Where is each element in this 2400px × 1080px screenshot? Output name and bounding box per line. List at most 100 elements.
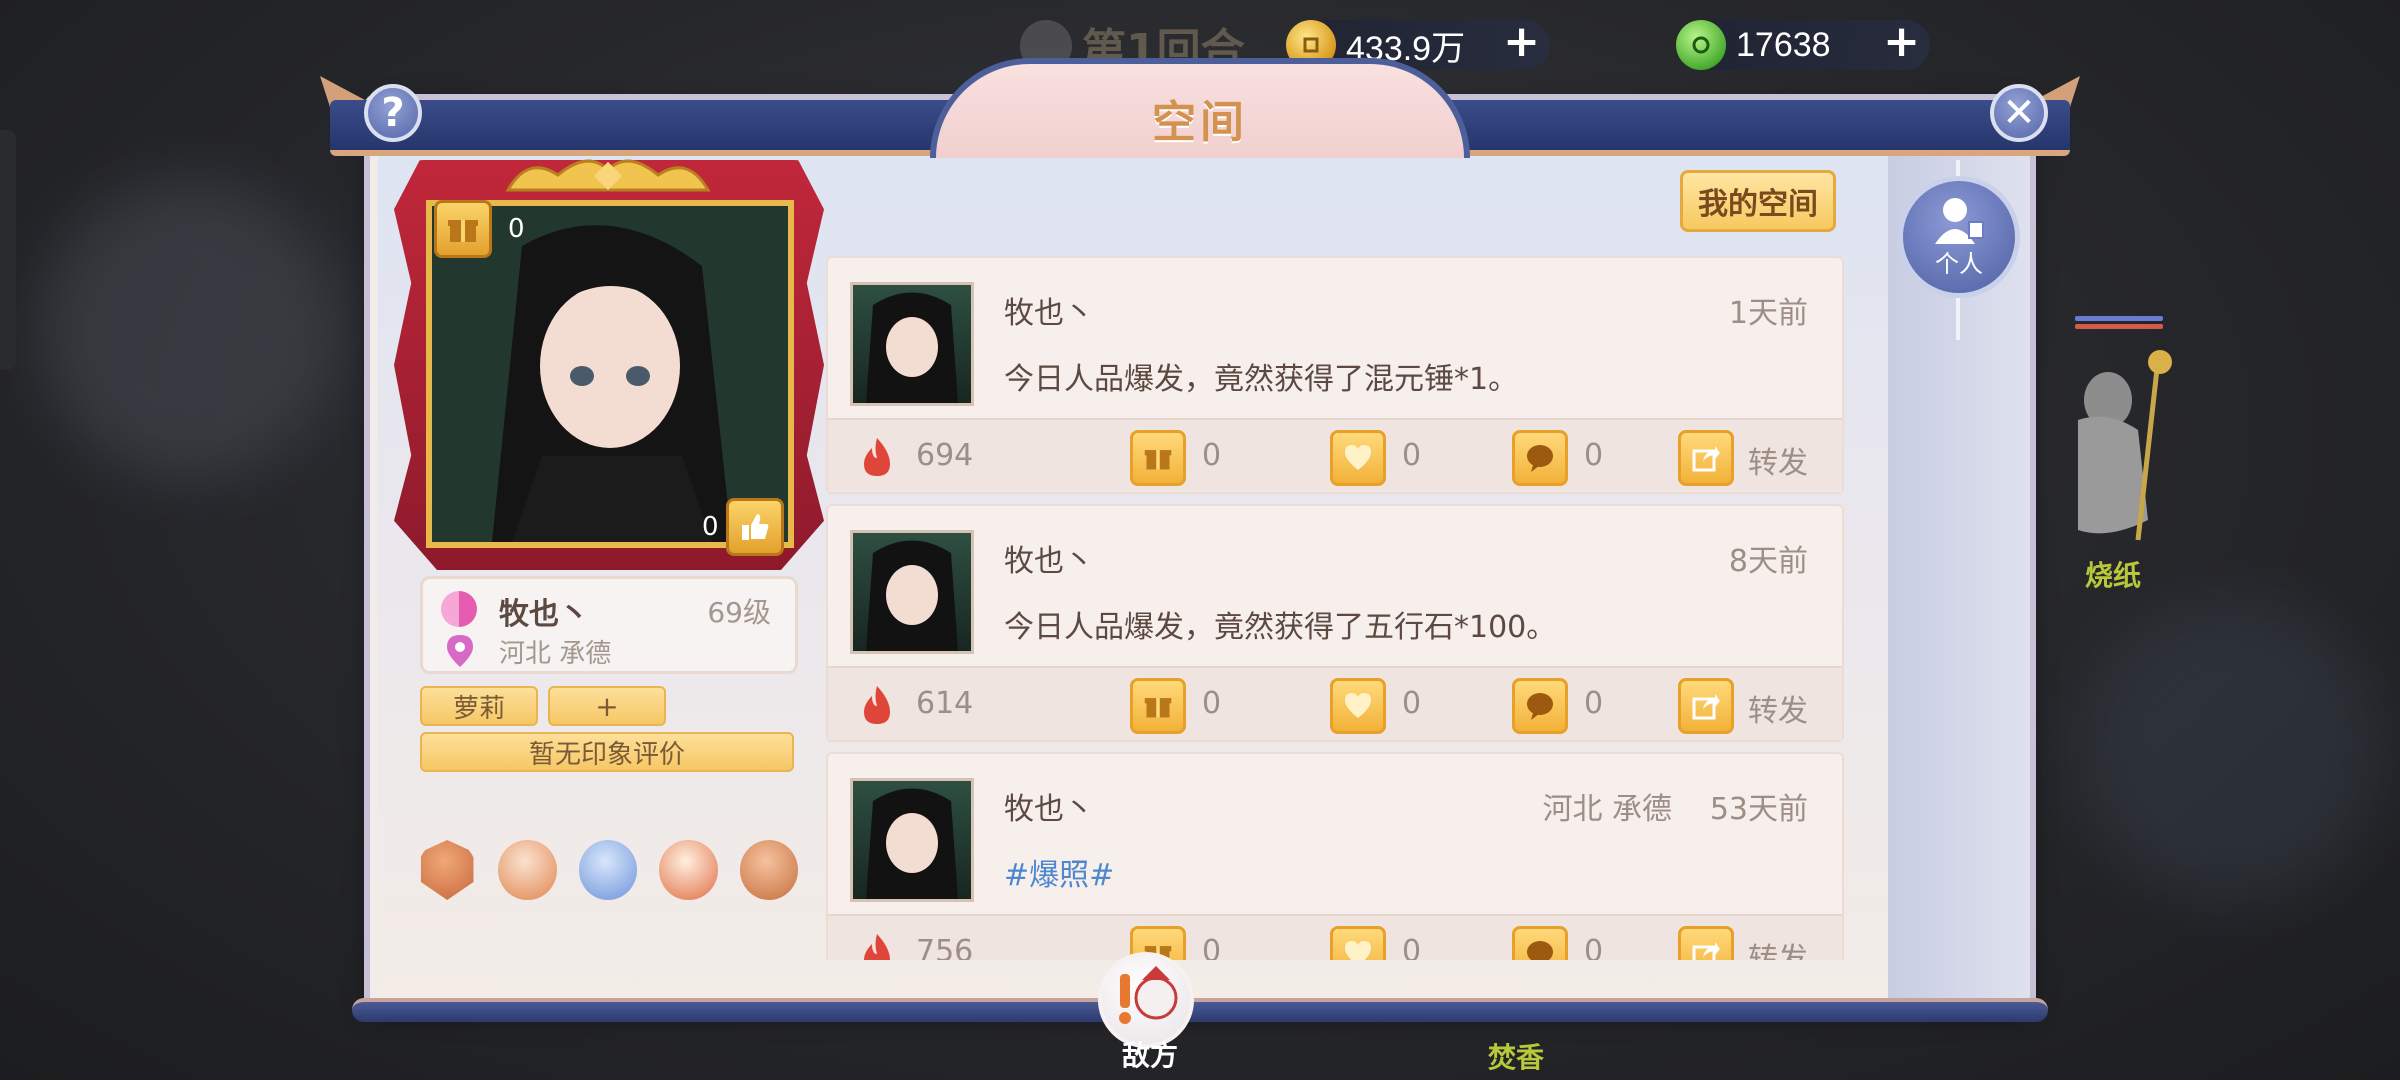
post-like-button[interactable] [1330,678,1386,734]
post-card: 牧也丶 1天前 今日人品爆发，竟然获得了混元锤*1。 694 0 0 0 转发 [826,256,1844,494]
post-footer: 694 0 0 0 转发 [828,418,1842,492]
enemy-warning-label: 敌方 [1122,1039,1179,1072]
impression-review[interactable]: 暂无印象评价 [420,732,794,772]
fire-icon [864,686,890,724]
heart-icon [1345,941,1371,960]
help-button[interactable]: ? [364,84,422,142]
post-hashtag[interactable]: #爆照# [1004,850,1114,894]
like-button[interactable] [726,498,784,556]
fox-mask-orange-icon[interactable] [498,840,557,900]
comment-bubble-icon [1527,941,1553,960]
post-share-label[interactable]: 转发 [1748,934,1808,960]
share-icon [1692,942,1720,960]
player-info-card: 牧也丶 69级 河北 承德 [420,576,798,674]
panel-bottom-bar [352,998,2048,1022]
post-time: 1天前 [1728,296,1808,331]
close-button[interactable]: ✕ [1990,84,2048,142]
fire-icon [864,438,890,476]
post-gift-count: 0 [1202,438,1222,473]
thumbs-up-icon [742,514,769,540]
avatar-character-icon [866,540,958,651]
share-icon [1692,694,1720,720]
my-space-button[interactable]: 我的空间 [1680,170,1836,232]
player-level: 69级 [707,596,771,629]
add-tag-button[interactable]: + [548,686,666,726]
impression-tag[interactable]: 萝莉 [420,686,538,726]
fox-mask-blue-icon[interactable] [578,840,638,900]
add-gold-button[interactable]: + [1503,16,1540,67]
post-like-button[interactable] [1330,926,1386,960]
like-count: 0 [702,512,719,542]
gender-female-icon [441,591,477,627]
post-author[interactable]: 牧也丶 [1004,536,1094,580]
post-like-count: 0 [1402,934,1422,960]
post-like-count: 0 [1402,686,1422,721]
post-share-label[interactable]: 转发 [1748,438,1808,482]
jade-icon [1676,20,1726,70]
post-like-button[interactable] [1330,430,1386,486]
fire-icon [864,934,890,960]
location-pin-icon [447,635,473,667]
post-share-button[interactable] [1678,430,1734,486]
beast-badge-icon[interactable] [739,840,799,900]
post-hot-count: 614 [916,686,974,721]
add-jade-button[interactable]: + [1883,16,1920,67]
post-avatar[interactable] [850,778,974,902]
avatar-character-icon [866,788,958,899]
scene-backdrop-right [2080,600,2380,900]
enemy-figure[interactable] [2048,340,2188,560]
post-comment-button[interactable] [1512,926,1568,960]
post-gift-button[interactable] [1130,430,1186,486]
post-comment-button[interactable] [1512,678,1568,734]
post-time: 8天前 [1728,544,1808,579]
scene-left-tab [0,130,16,370]
title-plate: 空间 [930,58,1470,158]
post-avatar[interactable] [850,282,974,406]
post-gift-count: 0 [1202,686,1222,721]
comment-bubble-icon [1527,693,1553,720]
post-text: 今日人品爆发，竟然获得了混元锤*1。 [1004,362,1519,397]
post-footer: 614 0 0 0 转发 [828,666,1842,740]
badge-row [418,840,799,904]
post-text: 今日人品爆发，竟然获得了五行石*100。 [1004,610,1557,645]
swirl-badge-icon[interactable] [420,840,474,900]
enemy-name: 烧纸 [2085,559,2142,592]
post-author[interactable]: 牧也丶 [1004,288,1094,332]
post-like-count: 0 [1402,438,1422,473]
share-icon [1692,446,1720,472]
post-feed[interactable]: 牧也丶 1天前 今日人品爆发，竟然获得了混元锤*1。 694 0 0 0 转发 [820,256,1844,960]
comment-bubble-icon [1527,445,1553,472]
gift-icon [448,220,478,242]
post-hot-count: 694 [916,438,974,473]
gift-box-button[interactable] [434,200,492,258]
crown-ornament-icon [505,159,711,192]
post-comment-button[interactable] [1512,430,1568,486]
post-footer: 756 0 0 0 转发 [828,914,1842,960]
post-share-button[interactable] [1678,678,1734,734]
ally-name: 焚香 [1488,1041,1545,1074]
post-card: 牧也丶 河北 承德 53天前 #爆照# 756 0 0 0 转发 [826,752,1844,960]
post-gift-count: 0 [1202,934,1222,960]
personal-tab[interactable]: 个人 [1898,176,2020,298]
post-gift-button[interactable] [1130,678,1186,734]
heart-icon [1345,693,1371,718]
post-hot-count: 756 [916,934,974,960]
fox-mask-red-icon[interactable] [659,840,718,900]
gift-count: 0 [508,214,525,244]
post-time: 53天前 [1709,792,1808,827]
post-share-button[interactable] [1678,926,1734,960]
jade-value: 17638 [1736,25,1831,64]
person-icon [1935,197,1984,244]
heart-icon [1345,445,1371,470]
post-location: 河北 承德 [1542,792,1672,827]
post-share-label[interactable]: 转发 [1748,686,1808,730]
player-location: 河北 承德 [499,639,612,669]
player-name: 牧也丶 [499,597,589,632]
enemy-alert-icon [1119,966,1178,1024]
personal-tab-label: 个人 [1935,249,1983,278]
post-author[interactable]: 牧也丶 [1004,784,1094,828]
gift-icon [1144,698,1172,718]
post-comment-count: 0 [1584,438,1604,473]
post-avatar[interactable] [850,530,974,654]
post-comment-count: 0 [1584,686,1604,721]
